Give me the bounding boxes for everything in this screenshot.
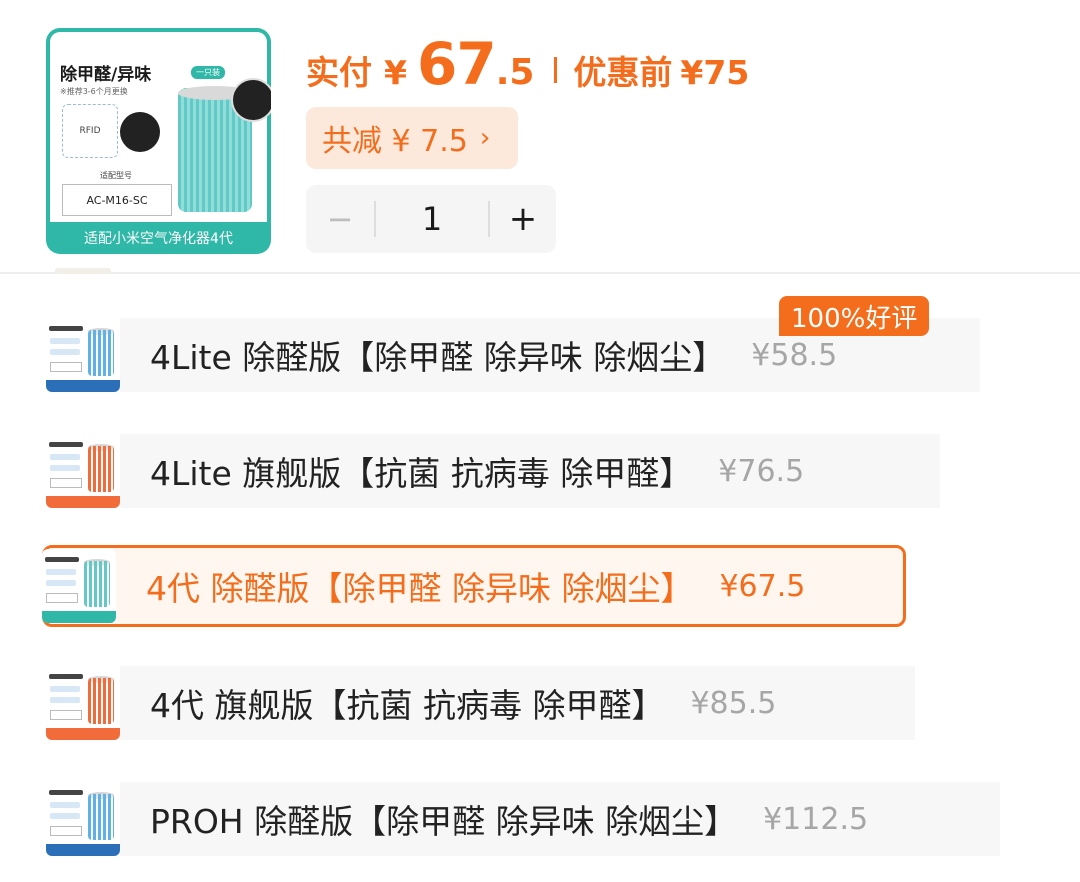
divider-mark — [55, 268, 111, 274]
paid-price-integer: 67 — [416, 30, 497, 98]
variant-thumbnail — [46, 782, 120, 856]
paid-label: 实付 — [306, 53, 372, 92]
zoom-detail-graphic — [231, 78, 271, 122]
variant-option[interactable]: 4Lite 旗舰版【抗菌 抗病毒 除甲醛】 ¥76.5 — [46, 434, 940, 508]
variant-thumbnail — [46, 318, 120, 392]
variant-thumbnail — [42, 549, 116, 623]
quantity-value[interactable]: 1 — [376, 200, 488, 238]
thumb-bar — [46, 380, 120, 392]
variant-price: ¥58.5 — [751, 337, 838, 373]
variant-thumbnail — [46, 434, 120, 508]
variant-option[interactable]: 4代 旗舰版【抗菌 抗病毒 除甲醛】 ¥85.5 — [46, 666, 915, 740]
thumb-line — [50, 338, 80, 344]
variant-pill: PROH 除醛版【除甲醛 除异味 除烟尘】 ¥112.5 — [120, 782, 1000, 856]
variant-pill: 4Lite 旗舰版【抗菌 抗病毒 除甲醛】 ¥76.5 — [120, 434, 940, 508]
variant-pill: 4代 除醛版【除甲醛 除异味 除烟尘】 ¥67.5 — [116, 549, 896, 623]
thumb-title-line — [49, 790, 83, 795]
decrement-button[interactable]: − — [306, 200, 374, 238]
price-line: 实付 ¥ 67 .5 优惠前 ¥75 — [306, 30, 749, 98]
thumb-bar — [46, 844, 120, 856]
thumb-filter — [88, 446, 114, 492]
product-image-card: 除甲醛/异味 一只装 ※推荐3-6个月更换 RFID 适配型号 AC-M16-S… — [50, 32, 271, 222]
thumb-title-line — [49, 326, 83, 331]
variant-price: ¥76.5 — [718, 453, 805, 489]
original-price-label: 优惠前 — [573, 53, 673, 92]
variant-price: ¥67.5 — [719, 568, 806, 604]
chevron-right-icon: › — [479, 123, 491, 153]
section-divider — [0, 272, 1080, 274]
quantity-stepper[interactable]: − 1 + — [306, 185, 556, 253]
variant-option[interactable]: PROH 除醛版【除甲醛 除异味 除烟尘】 ¥112.5 — [46, 782, 1000, 856]
thumb-filter — [88, 678, 114, 724]
variant-option-selected[interactable]: 4代 除醛版【除甲醛 除异味 除烟尘】 ¥67.5 — [42, 549, 896, 623]
thumb-title-line — [49, 674, 83, 679]
thumb-line — [46, 569, 76, 575]
thumb-model-box — [50, 478, 82, 488]
paid-price-decimal: .5 — [495, 52, 535, 93]
product-image-caption: 适配小米空气净化器4代 — [84, 231, 233, 247]
discount-label: 共减 ¥ 7.5 — [322, 124, 468, 159]
thumb-line — [50, 802, 80, 808]
thumb-line — [50, 813, 80, 819]
variant-thumbnail — [46, 666, 120, 740]
product-image-subtitle: ※推荐3-6个月更换 — [60, 87, 128, 96]
model-number: AC-M16-SC — [62, 184, 172, 216]
price-separator — [554, 57, 558, 83]
variant-label: 4代 除醛版【除甲醛 除异味 除烟尘】 — [146, 569, 694, 608]
thumb-filter — [84, 561, 110, 607]
thumb-line — [50, 465, 80, 471]
thumb-line — [50, 697, 80, 703]
product-image[interactable]: 除甲醛/异味 一只装 ※推荐3-6个月更换 RFID 适配型号 AC-M16-S… — [46, 28, 271, 254]
thumb-model-box — [50, 826, 82, 836]
product-image-title: 除甲醛/异味 — [60, 65, 152, 85]
variant-pill: 4代 旗舰版【抗菌 抗病毒 除甲醛】 ¥85.5 — [120, 666, 915, 740]
thumb-bar — [46, 728, 120, 740]
variant-price: ¥85.5 — [690, 685, 777, 721]
thumb-filter — [88, 330, 114, 376]
thumb-model-box — [50, 362, 82, 372]
rfid-label: RFID — [79, 126, 101, 136]
variant-label: 4Lite 旗舰版【抗菌 抗病毒 除甲醛】 — [150, 454, 693, 493]
thumb-title-line — [45, 557, 79, 562]
sensor-graphic — [120, 112, 160, 152]
thumb-line — [46, 580, 76, 586]
thumb-line — [50, 349, 80, 355]
original-price: ¥75 — [680, 53, 750, 92]
rfid-chip-graphic: RFID — [62, 104, 118, 158]
model-label: 适配型号 — [100, 171, 132, 180]
thumb-title-line — [49, 442, 83, 447]
thumb-line — [50, 454, 80, 460]
increment-button[interactable]: + — [490, 199, 556, 239]
thumb-line — [50, 686, 80, 692]
variant-label: 4代 旗舰版【抗菌 抗病毒 除甲醛】 — [150, 686, 665, 725]
discount-detail-button[interactable]: 共减 ¥ 7.5 › — [306, 107, 518, 169]
thumb-bar — [46, 496, 120, 508]
thumb-model-box — [46, 593, 78, 603]
rating-badge: 100%好评 — [779, 296, 930, 336]
thumb-filter — [88, 794, 114, 840]
product-image-badge: 一只装 — [191, 66, 225, 79]
variant-label: PROH 除醛版【除甲醛 除异味 除烟尘】 — [150, 802, 738, 841]
thumb-model-box — [50, 710, 82, 720]
variant-label: 4Lite 除醛版【除甲醛 除异味 除烟尘】 — [150, 338, 726, 377]
thumb-bar — [42, 611, 116, 623]
currency-symbol: ¥ — [384, 53, 407, 92]
variant-price: ¥112.5 — [763, 801, 869, 837]
